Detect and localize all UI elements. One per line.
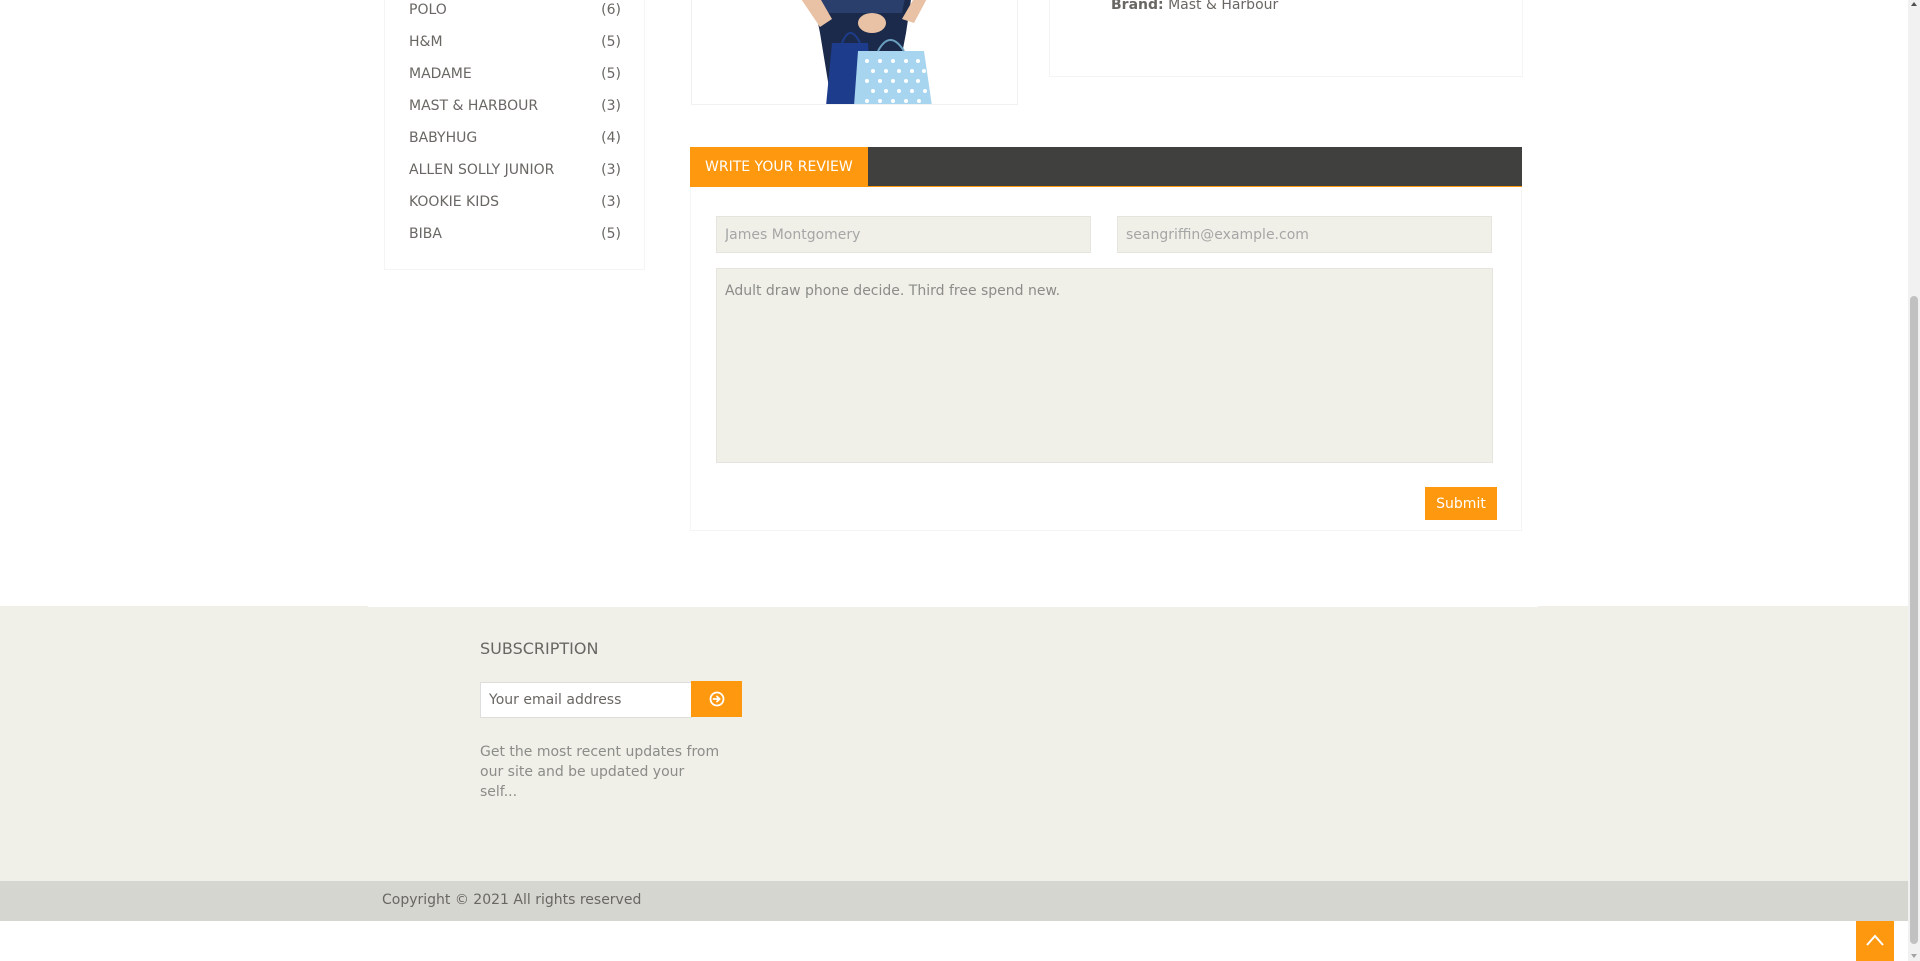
brand-item-babyhug[interactable]: BABYHUG (4) [409, 128, 621, 152]
brand-count: (5) [601, 226, 621, 242]
brand-name: BIBA [409, 226, 442, 242]
brand-item-allen-solly-junior[interactable]: ALLEN SOLLY JUNIOR (3) [409, 160, 621, 184]
review-text-field[interactable]: Adult draw phone decide. Third free spen… [716, 268, 1493, 463]
scroll-down-arrow-icon[interactable] [1911, 954, 1917, 958]
product-photo-illustration [801, 0, 932, 104]
subscription-title: SUBSCRIPTION [480, 639, 599, 658]
footer-divider [368, 606, 1538, 607]
brand-name: MAST & HARBOUR [409, 98, 539, 114]
brand-count: (3) [601, 162, 621, 178]
brand-item-mast-harbour[interactable]: MAST & HARBOUR (3) [409, 96, 621, 120]
submit-review-button[interactable]: Submit [1425, 487, 1497, 520]
subscription-email-input[interactable] [480, 682, 692, 718]
brand-name: BABYHUG [409, 130, 478, 146]
brand-name: KOOKIE KIDS [409, 194, 500, 210]
brand-count: (4) [601, 130, 621, 146]
brand-name: MADAME [409, 66, 472, 82]
product-brand: Brand: Mast & Harbour [1111, 0, 1278, 13]
review-email-field[interactable] [1117, 216, 1492, 253]
brand-item-madame[interactable]: MADAME (5) [409, 64, 621, 88]
tab-write-review[interactable]: WRITE YOUR REVIEW [690, 147, 868, 187]
brand-item-kookie-kids[interactable]: KOOKIE KIDS (3) [409, 192, 621, 216]
brand-count: (3) [601, 194, 621, 210]
product-brand-label: Brand: [1111, 0, 1164, 13]
copyright-text: Copyright © 2021 All rights reserved [382, 892, 642, 908]
scroll-up-arrow-icon[interactable] [1911, 2, 1917, 6]
arrow-circle-right-icon [709, 691, 725, 707]
brand-count: (5) [601, 34, 621, 50]
product-brand-value: Mast & Harbour [1168, 0, 1279, 13]
brand-name: POLO [409, 2, 447, 18]
brand-name: ALLEN SOLLY JUNIOR [409, 162, 555, 178]
page-scrollbar[interactable] [1908, 0, 1920, 961]
brand-item-hm[interactable]: H&M (5) [409, 32, 621, 56]
scrollbar-thumb[interactable] [1910, 296, 1918, 944]
brand-name: H&M [409, 34, 443, 50]
footer-bottom: Copyright © 2021 All rights reserved [0, 881, 1908, 921]
brand-count: (3) [601, 98, 621, 114]
review-name-field[interactable] [716, 216, 1091, 253]
review-tab-bar: WRITE YOUR REVIEW [690, 147, 1522, 187]
product-info-panel: Brand: Mast & Harbour [1049, 0, 1523, 77]
brand-count: (6) [601, 2, 621, 18]
brand-count: (5) [601, 66, 621, 82]
brand-item-polo[interactable]: POLO (6) [409, 0, 621, 24]
footer-widget: SUBSCRIPTION Get the most recent updates… [0, 606, 1908, 881]
scroll-to-top-button[interactable] [1856, 921, 1894, 961]
subscribe-button[interactable] [691, 681, 742, 717]
chevron-up-icon [1866, 934, 1884, 946]
product-image [691, 0, 1018, 105]
brands-panel: POLO (6) H&M (5) MADAME (5) MAST & HARBO… [384, 0, 645, 270]
brand-item-biba[interactable]: BIBA (5) [409, 224, 621, 248]
subscription-description: Get the most recent updates from our sit… [480, 744, 720, 800]
